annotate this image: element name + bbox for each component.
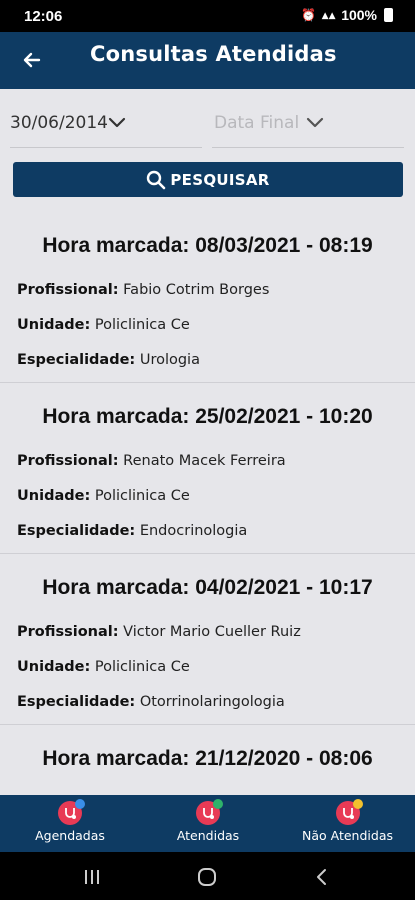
professional-label: Profissional: xyxy=(17,282,119,298)
battery-percent: 100% xyxy=(341,7,377,23)
appointment-time: Hora marcada: 25/02/2021 - 10:20 xyxy=(42,405,373,428)
professional-value: Fabio Cotrim Borges xyxy=(123,282,270,298)
appointment-card[interactable]: Hora marcada: 21/12/2020 - 08:06 xyxy=(0,725,415,794)
stethoscope-icon xyxy=(58,799,85,825)
wifi-signal-icon: ▴▴ xyxy=(322,8,337,22)
start-date-value: 30/06/2014 xyxy=(10,113,108,133)
status-bar: 12:06 ⏰ ▴▴ 100% xyxy=(0,0,415,32)
unit-label: Unidade: xyxy=(17,659,91,675)
specialty-value: Endocrinologia xyxy=(139,523,248,539)
battery-icon xyxy=(384,8,393,22)
chevron-down-icon xyxy=(306,117,324,128)
appointment-card[interactable]: Hora marcada: 25/02/2021 - 10:20 Profiss… xyxy=(0,383,415,554)
specialty-line: Especialidade: Urologia xyxy=(17,352,200,368)
professional-label: Profissional: xyxy=(17,624,119,640)
appointment-time: Hora marcada: 04/02/2021 - 10:17 xyxy=(42,576,373,599)
professional-label: Profissional: xyxy=(17,453,119,469)
stethoscope-icon xyxy=(335,799,363,825)
chevron-down-icon xyxy=(108,117,126,128)
professional-line: Profissional: Renato Macek Ferreira xyxy=(17,453,286,469)
nav-label: Não Atendidas xyxy=(302,828,393,843)
system-navigation-bar xyxy=(0,852,415,900)
appointment-time: Hora marcada: 21/12/2020 - 08:06 xyxy=(42,747,373,770)
badge-dot xyxy=(75,799,85,809)
unit-line: Unidade: Policlinica Ce xyxy=(17,659,190,675)
specialty-label: Especialidade: xyxy=(17,694,136,710)
nav-nao-atendidas[interactable]: Não Atendidas xyxy=(290,795,405,852)
search-label: PESQUISAR xyxy=(170,170,270,189)
end-date-placeholder: Data Final xyxy=(214,113,300,133)
unit-line: Unidade: Policlinica Ce xyxy=(17,488,190,504)
professional-line: Profissional: Fabio Cotrim Borges xyxy=(17,282,269,298)
appointments-list[interactable]: Hora marcada: 08/03/2021 - 08:19 Profiss… xyxy=(0,212,415,794)
bottom-navigation: Agendadas Atendidas Não Atendidas xyxy=(0,795,415,852)
unit-value: Policlinica Ce xyxy=(94,659,190,675)
nav-label: Atendidas xyxy=(176,828,240,843)
stethoscope-icon xyxy=(196,799,223,825)
end-date-picker[interactable]: Data Final xyxy=(212,108,404,148)
appointment-card[interactable]: Hora marcada: 04/02/2021 - 10:17 Profiss… xyxy=(0,554,415,725)
specialty-line: Especialidade: Endocrinologia xyxy=(17,523,247,539)
appointment-time: Hora marcada: 08/03/2021 - 08:19 xyxy=(42,234,373,257)
start-date-picker[interactable]: 30/06/2014 xyxy=(10,108,202,148)
search-icon xyxy=(147,170,166,189)
nav-atendidas[interactable]: Atendidas xyxy=(158,795,258,852)
status-icons: ⏰ ▴▴ 100% xyxy=(301,7,393,23)
badge-dot xyxy=(213,799,223,809)
professional-value: Victor Mario Cueller Ruiz xyxy=(123,624,301,640)
specialty-line: Especialidade: Otorrinolaringologia xyxy=(17,694,285,710)
status-time: 12:06 xyxy=(24,8,63,25)
unit-label: Unidade: xyxy=(17,488,91,504)
recent-apps-icon[interactable] xyxy=(83,869,101,885)
app-bar: Consultas Atendidas xyxy=(0,32,415,89)
unit-line: Unidade: Policlinica Ce xyxy=(17,317,190,333)
professional-line: Profissional: Victor Mario Cueller Ruiz xyxy=(17,624,301,640)
home-icon[interactable] xyxy=(197,868,217,886)
specialty-label: Especialidade: xyxy=(17,352,136,368)
alarm-icon: ⏰ xyxy=(301,8,318,22)
specialty-value: Urologia xyxy=(139,352,200,368)
back-button[interactable] xyxy=(20,48,44,72)
unit-value: Policlinica Ce xyxy=(94,488,190,504)
specialty-label: Especialidade: xyxy=(17,523,136,539)
page-title: Consultas Atendidas xyxy=(90,42,337,66)
search-button[interactable]: PESQUISAR xyxy=(13,162,403,197)
nav-agendadas[interactable]: Agendadas xyxy=(20,795,120,852)
arrow-left-icon xyxy=(23,52,41,68)
badge-dot xyxy=(352,799,363,809)
unit-value: Policlinica Ce xyxy=(94,317,190,333)
unit-label: Unidade: xyxy=(17,317,91,333)
appointment-card[interactable]: Hora marcada: 08/03/2021 - 08:19 Profiss… xyxy=(0,212,415,383)
professional-value: Renato Macek Ferreira xyxy=(123,453,286,469)
back-nav-icon[interactable] xyxy=(315,868,329,886)
specialty-value: Otorrinolaringologia xyxy=(139,694,285,710)
nav-label: Agendadas xyxy=(35,828,105,843)
